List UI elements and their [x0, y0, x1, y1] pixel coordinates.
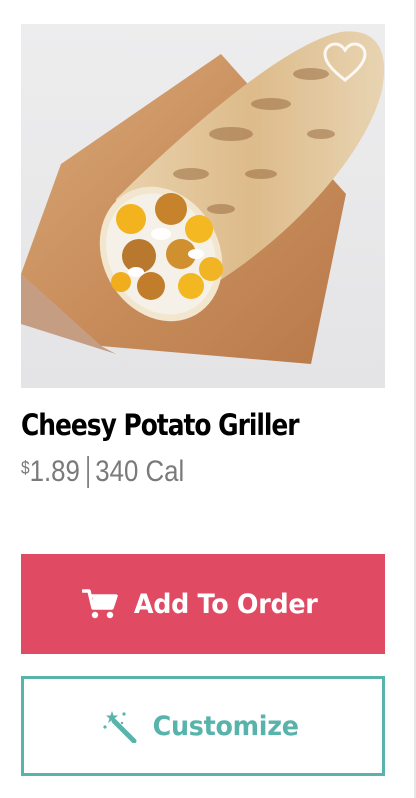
add-to-order-label: Add To Order	[134, 588, 318, 620]
price-currency: $	[21, 458, 30, 478]
meta-divider	[87, 456, 90, 488]
calorie-count: 340 Cal	[95, 455, 185, 488]
product-card: Cheesy Potato Griller $ 1.89 340 Cal Add…	[0, 0, 416, 798]
customize-button[interactable]: Customize	[21, 676, 385, 776]
price-amount: 1.89	[29, 455, 80, 488]
add-to-order-button[interactable]: Add To Order	[21, 554, 385, 654]
favorite-heart-icon[interactable]	[322, 42, 368, 84]
magic-wand-icon	[102, 709, 138, 743]
product-meta: $ 1.89 340 Cal	[21, 454, 184, 490]
product-title: Cheesy Potato Griller	[21, 408, 300, 442]
cart-icon	[82, 588, 119, 620]
customize-label: Customize	[153, 710, 299, 742]
